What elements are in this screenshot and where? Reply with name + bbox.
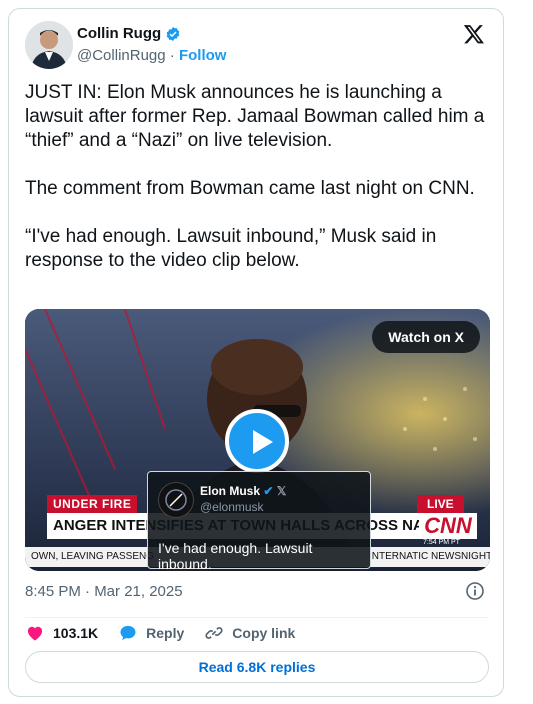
quoted-avatar — [158, 482, 194, 518]
copy-link-button[interactable]: Copy link — [204, 623, 295, 643]
video-player[interactable]: Watch on X UNDER FIRE LIVE ANGER INTENSI… — [25, 309, 490, 571]
verified-badge-icon — [166, 26, 180, 41]
heart-icon — [27, 626, 43, 641]
quoted-post-overlay: Elon Musk ✔ 𝕏 @elonmusk I've had enough.… — [147, 471, 371, 571]
reply-label: Reply — [146, 625, 185, 641]
avatar[interactable] — [25, 21, 73, 69]
author-handle-row: @CollinRugg · Follow — [77, 47, 226, 64]
tweet-card: Collin Rugg @CollinRugg · Follow JUST IN… — [8, 8, 504, 697]
ticker-left: OWN, LEAVING PASSENG — [31, 551, 154, 562]
like-count: 103.1K — [53, 625, 99, 641]
quoted-handle: @elonmusk — [200, 500, 264, 514]
quoted-verified-icon: ✔ — [263, 484, 274, 498]
network-logo: CNN — [419, 513, 477, 539]
tweet-text: JUST IN: Elon Musk announces he is launc… — [25, 82, 485, 271]
copy-link-label: Copy link — [232, 625, 296, 641]
broadcast-time: 7:54 PM PT — [423, 539, 460, 546]
play-button[interactable] — [225, 409, 289, 473]
author-name[interactable]: Collin Rugg — [77, 25, 161, 42]
read-replies-button[interactable]: Read 6.8K replies — [25, 651, 489, 683]
reply-button[interactable]: Reply — [118, 623, 184, 643]
chyron-label: UNDER FIRE — [47, 495, 138, 513]
quoted-x-icon: 𝕏 — [276, 484, 287, 498]
like-button[interactable]: 103.1K — [25, 623, 98, 643]
ticker-right: INTERNATIC NEWSNIGHT — [369, 551, 490, 562]
quoted-name-row: Elon Musk ✔ 𝕏 — [200, 484, 286, 498]
quoted-text: I've had enough. Lawsuit inbound. — [158, 540, 313, 571]
quoted-name: Elon Musk — [200, 484, 261, 498]
author-handle[interactable]: @CollinRugg — [77, 47, 166, 64]
follow-button[interactable]: Follow — [179, 47, 227, 64]
divider — [25, 617, 489, 618]
separator-dot: · — [169, 47, 175, 64]
info-icon[interactable] — [465, 581, 485, 601]
link-icon — [205, 627, 223, 639]
timestamp[interactable]: 8:45 PM · Mar 21, 2025 — [25, 583, 183, 600]
author-name-row: Collin Rugg — [77, 25, 181, 42]
live-badge: LIVE — [417, 495, 464, 513]
reply-bubble-icon — [120, 625, 136, 641]
x-logo-icon[interactable] — [463, 23, 485, 45]
watch-on-x-button[interactable]: Watch on X — [372, 321, 480, 353]
action-bar: 103.1K Reply Copy link — [25, 621, 295, 645]
